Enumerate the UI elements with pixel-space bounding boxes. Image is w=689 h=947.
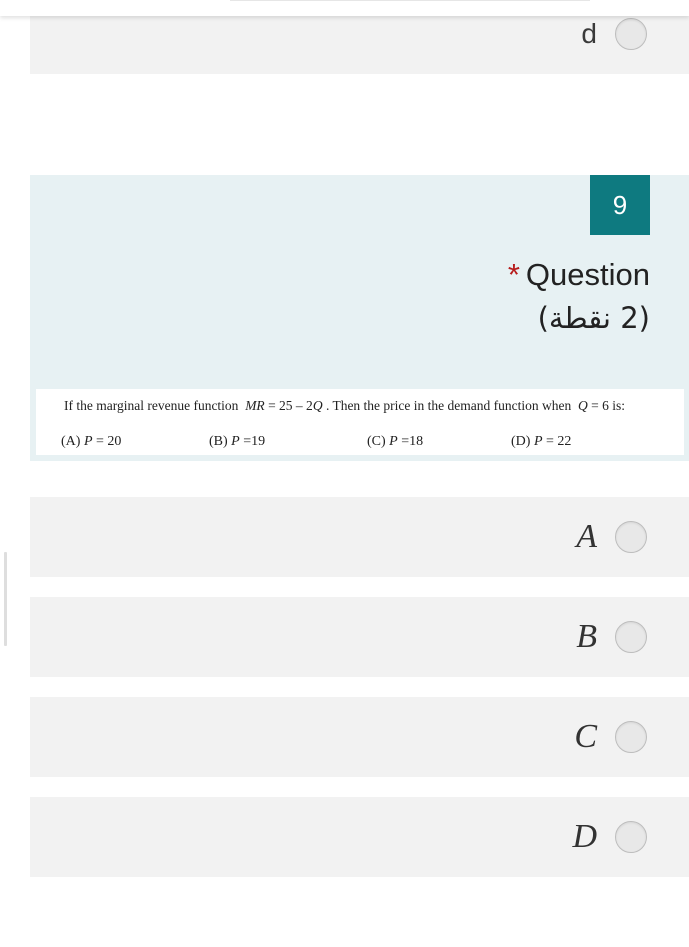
option-label: A (576, 518, 597, 555)
question-title-text: Question (525, 257, 650, 292)
question-text-part: If the marginal revenue function (64, 398, 239, 413)
question-text-part: = 6 is: (591, 398, 625, 413)
math-mr: MR (245, 398, 265, 413)
option-row[interactable]: d (581, 18, 647, 50)
choice-value: = 22 (546, 434, 572, 449)
choice-item: (B) P =19 (209, 434, 265, 450)
option-card-c[interactable]: C (30, 697, 689, 777)
question-card: 9 * Question (2 نقطة) If the marginal rev… (30, 175, 689, 461)
scrollbar[interactable] (4, 552, 7, 646)
radio-button[interactable] (615, 721, 647, 753)
option-label: d (581, 18, 597, 49)
radio-button[interactable] (615, 521, 647, 553)
option-card-a[interactable]: A (30, 497, 689, 577)
choice-var: P (231, 434, 240, 449)
question-number-badge: 9 (590, 175, 650, 235)
choice-item: (D) P = 22 (511, 434, 571, 450)
question-points: (2 نقطة) (537, 301, 650, 335)
choice-var: P (83, 434, 93, 449)
math-eq: = 25 – 2 (268, 398, 313, 413)
radio-button[interactable] (615, 621, 647, 653)
question-image: If the marginal revenue function MR = 25… (36, 389, 684, 455)
choice-tag: (A) (61, 434, 81, 449)
option-row[interactable]: B (576, 620, 647, 654)
question-title: * Question (508, 257, 650, 293)
option-row[interactable]: D (572, 820, 647, 854)
choice-tag: (B) (209, 434, 228, 449)
option-card-d-answer[interactable]: D (30, 797, 689, 877)
choice-item: (A) P = 20 (61, 434, 121, 450)
option-label: D (572, 818, 597, 855)
math-q: Q (578, 398, 588, 413)
option-label: B (576, 618, 597, 655)
required-mark: * (507, 257, 520, 292)
choice-value: =19 (243, 434, 266, 449)
option-label: C (574, 718, 597, 755)
choice-value: =18 (401, 434, 424, 449)
choice-tag: (C) (367, 434, 386, 449)
question-text-line: If the marginal revenue function MR = 25… (64, 398, 625, 414)
choice-tag: (D) (511, 434, 531, 449)
math-q: Q (312, 398, 323, 413)
choice-var: P (389, 434, 398, 449)
option-card-b[interactable]: B (30, 597, 689, 677)
radio-button[interactable] (615, 821, 647, 853)
choice-item: (C) P =18 (367, 434, 423, 450)
choice-value: = 20 (96, 434, 122, 449)
option-row[interactable]: A (576, 520, 647, 554)
address-bar-edge (230, 0, 590, 1)
top-app-bar (0, 0, 689, 16)
option-row[interactable]: C (574, 720, 647, 754)
choice-list: (A) P = 20 (B) P =19 (C) P =18 (D) P = 2… (61, 434, 681, 452)
radio-button[interactable] (615, 18, 647, 50)
question-text-part: . Then the price in the demand function … (325, 398, 572, 413)
choice-var: P (533, 434, 543, 449)
